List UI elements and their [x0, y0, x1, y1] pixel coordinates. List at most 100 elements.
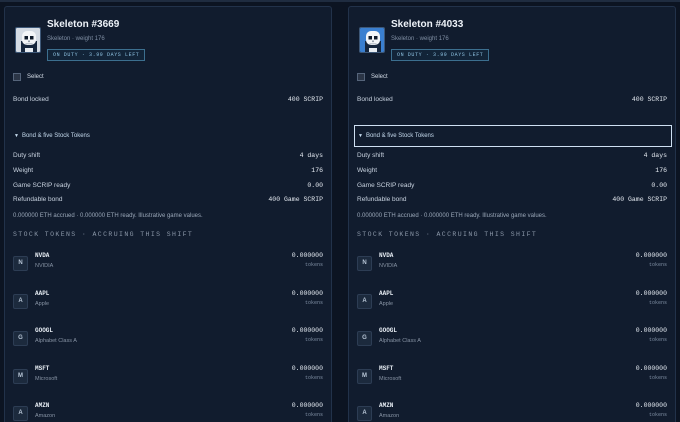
token-name: Amazon [379, 413, 400, 419]
token-value: 0.000000 [635, 402, 667, 409]
detail-value: 176 [311, 167, 323, 174]
token-value: 0.000000 [291, 365, 323, 372]
token-symbol: NVDA [379, 252, 394, 259]
token-name: Microsoft [35, 376, 58, 382]
bond-locked-row: Bond locked 400 SCRIP [357, 96, 667, 103]
skeleton-avatar [359, 27, 385, 53]
detail-value: 4 days [299, 152, 323, 159]
skeleton-name: Skeleton #4033 [391, 19, 464, 30]
token-unit: tokens [648, 412, 667, 418]
token-unit: tokens [648, 300, 667, 306]
select-label: Select [27, 74, 44, 80]
token-row: M MSFT Microsoft 0.000000 tokens [357, 365, 667, 395]
token-initial-icon: A [357, 406, 372, 421]
token-symbol: AMZN [35, 402, 50, 409]
caret-down-icon: ▼ [14, 133, 19, 139]
token-row: M MSFT Microsoft 0.000000 tokens [13, 365, 323, 395]
detail-label: Weight [13, 167, 34, 174]
bond-tokens-disclosure[interactable]: ▼ Bond & five Stock Tokens [10, 125, 328, 147]
skeleton-avatar [15, 27, 41, 53]
token-unit: tokens [648, 375, 667, 381]
token-row: A AMZN Amazon 0.000000 tokens [357, 402, 667, 422]
detail-value: 400 Game SCRIP [268, 196, 323, 203]
detail-label: Game SCRIP ready [13, 182, 71, 189]
weight-row: Weight 176 [13, 167, 323, 174]
token-initial-icon: M [357, 369, 372, 384]
detail-label: Refundable bond [357, 196, 407, 203]
top-divider [0, 0, 680, 2]
detail-label: Weight [357, 167, 378, 174]
token-symbol: AMZN [379, 402, 394, 409]
duty-shift-row: Duty shift 4 days [13, 152, 323, 159]
token-row: G GOOGL Alphabet Class A 0.000000 tokens [357, 327, 667, 357]
token-initial-icon: M [13, 369, 28, 384]
detail-label: Duty shift [357, 152, 385, 159]
token-unit: tokens [648, 262, 667, 268]
skeleton-card: Skeleton #3669 Skeleton · weight 176 ON … [4, 6, 332, 422]
checkbox-box[interactable] [357, 73, 365, 81]
token-initial-icon: G [357, 331, 372, 346]
token-row: A AMZN Amazon 0.000000 tokens [13, 402, 323, 422]
token-row: A AAPL Apple 0.000000 tokens [357, 290, 667, 320]
bond-locked-label: Bond locked [357, 96, 393, 103]
checkbox-box[interactable] [13, 73, 21, 81]
token-name: Apple [379, 301, 394, 307]
token-unit: tokens [304, 262, 323, 268]
skull-icon [16, 28, 40, 52]
select-checkbox[interactable]: Select [357, 73, 388, 81]
token-initial-icon: A [13, 406, 28, 421]
refundable-bond-row: Refundable bond 400 Game SCRIP [13, 196, 323, 203]
token-value: 0.000000 [635, 290, 667, 297]
detail-value: 176 [655, 167, 667, 174]
token-symbol: NVDA [35, 252, 50, 259]
bond-locked-value: 400 SCRIP [287, 96, 323, 103]
scrip-ready-row: Game SCRIP ready 0.00 [13, 182, 323, 189]
select-checkbox[interactable]: Select [13, 73, 44, 81]
token-unit: tokens [304, 412, 323, 418]
bond-tokens-disclosure[interactable]: ▼ Bond & five Stock Tokens [354, 125, 672, 147]
token-value: 0.000000 [291, 327, 323, 334]
token-name: Alphabet Class A [379, 338, 421, 344]
skeleton-subtitle: Skeleton · weight 176 [47, 36, 105, 42]
token-name: Alphabet Class A [35, 338, 77, 344]
skeleton-name: Skeleton #3669 [47, 19, 120, 30]
duty-status-badge: ON DUTY · 3.99 DAYS LEFT [47, 49, 146, 61]
select-label: Select [371, 74, 388, 80]
token-symbol: GOOGL [379, 327, 398, 334]
bond-locked-label: Bond locked [13, 96, 49, 103]
token-name: NVIDIA [379, 263, 398, 269]
token-symbol: GOOGL [35, 327, 54, 334]
token-value: 0.000000 [635, 327, 667, 334]
token-row: G GOOGL Alphabet Class A 0.000000 tokens [13, 327, 323, 357]
token-initial-icon: A [13, 294, 28, 309]
token-initial-icon: G [13, 331, 28, 346]
duty-status-badge: ON DUTY · 3.99 DAYS LEFT [391, 49, 490, 61]
token-row: N NVDA NVIDIA 0.000000 tokens [13, 252, 323, 282]
detail-label: Game SCRIP ready [357, 182, 415, 189]
token-name: Amazon [35, 413, 56, 419]
token-symbol: AAPL [35, 290, 50, 297]
bond-locked-value: 400 SCRIP [631, 96, 667, 103]
token-row: N NVDA NVIDIA 0.000000 tokens [357, 252, 667, 282]
token-initial-icon: A [357, 294, 372, 309]
token-initial-icon: N [13, 256, 28, 271]
token-value: 0.000000 [635, 365, 667, 372]
token-unit: tokens [304, 375, 323, 381]
token-unit: tokens [304, 300, 323, 306]
token-value: 0.000000 [291, 252, 323, 259]
detail-value: 0.00 [307, 182, 323, 189]
skull-icon [360, 28, 384, 52]
token-row: A AAPL Apple 0.000000 tokens [13, 290, 323, 320]
token-name: Microsoft [379, 376, 402, 382]
token-symbol: MSFT [35, 365, 50, 372]
token-value: 0.000000 [635, 252, 667, 259]
accrual-note: 0.000000 ETH accrued · 0.000000 ETH read… [13, 213, 203, 219]
section-title: STOCK TOKENS · ACCRUING THIS SHIFT [357, 231, 538, 238]
token-initial-icon: N [357, 256, 372, 271]
token-value: 0.000000 [291, 402, 323, 409]
token-name: Apple [35, 301, 50, 307]
token-value: 0.000000 [291, 290, 323, 297]
detail-value: 0.00 [651, 182, 667, 189]
token-unit: tokens [304, 337, 323, 343]
token-name: NVIDIA [35, 263, 54, 269]
